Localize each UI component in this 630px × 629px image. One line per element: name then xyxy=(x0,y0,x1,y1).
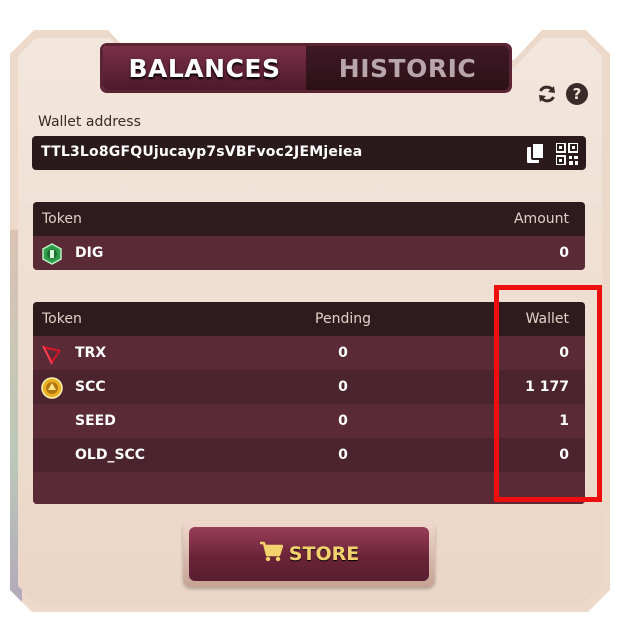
token-name: OLD_SCC xyxy=(75,447,146,463)
token-pending: 0 xyxy=(338,345,348,361)
wallet-address-value: TTL3Lo8GFQUjucayp7sVBFvoc2JEMjeiea xyxy=(41,144,363,160)
col-amount-header: Amount xyxy=(513,211,569,227)
trx-token-icon xyxy=(41,343,63,365)
qr-code-icon[interactable] xyxy=(555,142,579,169)
wallet-address-label: Wallet address xyxy=(38,114,141,130)
game-tokens-table: Token Amount DIG 0 xyxy=(33,202,585,270)
dig-token-icon xyxy=(41,243,63,265)
token-pending: 0 xyxy=(338,447,348,463)
token-name: SEED xyxy=(75,413,116,429)
table-header: Token Amount xyxy=(33,202,585,236)
token-name: TRX xyxy=(75,345,107,361)
token-name: DIG xyxy=(75,245,104,261)
table-row: DIG 0 xyxy=(33,236,585,270)
scc-token-icon xyxy=(41,377,63,399)
tab-historic[interactable]: HISTORIC xyxy=(306,46,509,90)
wallet-address-field: TTL3Lo8GFQUjucayp7sVBFvoc2JEMjeiea xyxy=(32,136,586,170)
col-pending-header: Pending xyxy=(315,311,371,327)
store-button[interactable]: STORE xyxy=(183,521,435,587)
copy-icon[interactable] xyxy=(526,142,546,169)
token-amount: 0 xyxy=(559,245,569,261)
col-token-header: Token xyxy=(42,311,82,327)
token-pending: 0 xyxy=(338,413,348,429)
store-button-face: STORE xyxy=(189,527,429,581)
token-pending: 0 xyxy=(338,379,348,395)
col-token-header: Token xyxy=(42,211,82,227)
refresh-icon[interactable] xyxy=(536,83,558,105)
store-label: STORE xyxy=(288,543,360,565)
cart-icon xyxy=(259,541,284,567)
token-name: SCC xyxy=(75,379,106,395)
help-icon[interactable]: ? xyxy=(566,83,588,105)
tab-balances[interactable]: BALANCES xyxy=(103,46,306,90)
wallet-column-highlight xyxy=(494,285,602,502)
tab-bar: BALANCES HISTORIC xyxy=(103,46,509,90)
